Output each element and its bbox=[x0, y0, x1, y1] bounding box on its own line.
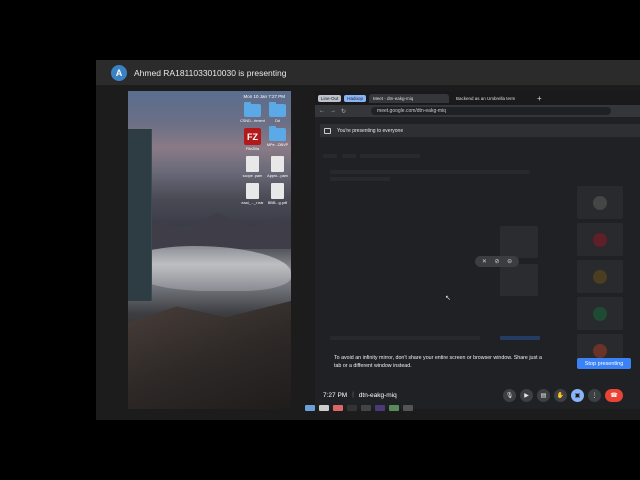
tab-backend[interactable]: Backend as an Umbrella term bbox=[452, 94, 532, 103]
mic-button[interactable]: 🎙 bbox=[503, 389, 516, 402]
mirror-bar bbox=[323, 154, 337, 158]
participant-tile[interactable] bbox=[577, 186, 623, 219]
folder-icon bbox=[244, 102, 261, 117]
wallpaper-rocks bbox=[128, 301, 291, 409]
dock-app-icon[interactable] bbox=[389, 405, 399, 411]
avatar bbox=[593, 269, 607, 284]
mirror-bar bbox=[360, 154, 420, 158]
desktop-icon-label: MPe...DBVP bbox=[266, 143, 289, 147]
present-button[interactable]: ▣ bbox=[571, 389, 584, 402]
desktop-icon[interactable]: MPe...DBVP bbox=[265, 126, 290, 151]
mirror-bar bbox=[342, 154, 356, 158]
menubar-time: Mon 10 Jan 7:27 PM bbox=[243, 93, 285, 99]
participant-tile[interactable] bbox=[577, 260, 623, 293]
captions-button[interactable]: ▤ bbox=[537, 389, 550, 402]
bookmark-pill[interactable]: Hadoop bbox=[344, 94, 367, 102]
avatar bbox=[593, 306, 607, 321]
meet-bottom-bar: 7:27 PM | dtn-eakg-miq 🎙 ▶ ▤ ✋ ▣ ⋮ ☎ bbox=[315, 386, 640, 404]
meet-window: A Ahmed RA1811033010030 is presenting Mo… bbox=[0, 0, 640, 480]
forward-icon[interactable]: → bbox=[330, 108, 336, 114]
shared-desktop: Mon 10 Jan 7:27 PM CSND...rtment Dd FZ F… bbox=[128, 91, 291, 409]
mirror-bar bbox=[330, 336, 480, 340]
desktop-side-panel bbox=[128, 129, 152, 301]
mic-off-icon[interactable]: ✕ bbox=[482, 258, 487, 265]
mac-menubar: Mon 10 Jan 7:27 PM bbox=[128, 91, 291, 101]
dock-app-icon[interactable] bbox=[347, 405, 357, 411]
desktop-icon-grid: CSND...rtment Dd FZ FileZilla MPe...DBVP… bbox=[240, 102, 290, 205]
tab-meet[interactable]: Meet - dtn-eakg-miq bbox=[369, 93, 450, 103]
raise-hand-button[interactable]: ✋ bbox=[554, 389, 567, 402]
stop-presenting-button[interactable]: Stop presenting bbox=[577, 358, 631, 369]
desktop-icon[interactable]: scope .pam bbox=[240, 156, 265, 178]
mac-dock bbox=[305, 403, 460, 411]
avatar bbox=[593, 195, 607, 210]
wallpaper-clouds bbox=[128, 246, 291, 291]
desktop-icon-label: eaai_..._r.ear bbox=[241, 201, 264, 205]
document-icon bbox=[246, 156, 259, 172]
mirror-tile bbox=[500, 226, 538, 258]
floating-controls: ✕ ⊘ ⊖ bbox=[475, 256, 519, 267]
meeting-time: 7:27 PM bbox=[323, 391, 348, 399]
desktop-icon[interactable]: Dd bbox=[265, 102, 290, 123]
filezilla-icon: FZ bbox=[244, 128, 261, 145]
dock-app-icon[interactable] bbox=[361, 405, 371, 411]
desktop-icon-label: Appro...pam bbox=[267, 174, 288, 178]
mouse-cursor-icon: ↖ bbox=[445, 295, 451, 302]
bookmark-pill[interactable]: Line-Out bbox=[318, 94, 342, 102]
call-controls: 🎙 ▶ ▤ ✋ ▣ ⋮ ☎ bbox=[503, 389, 623, 402]
document-icon bbox=[271, 183, 284, 199]
more-options-button[interactable]: ⋮ bbox=[588, 389, 601, 402]
desktop-icon-label: CSND...rtment bbox=[240, 119, 265, 123]
leave-call-button[interactable]: ☎ bbox=[605, 389, 623, 402]
dock-app-icon[interactable] bbox=[305, 405, 315, 411]
more-icon[interactable]: ⊖ bbox=[507, 258, 512, 265]
desktop-icon-label: BBB...g.pdf bbox=[267, 201, 288, 205]
desktop-icon[interactable]: BBB...g.pdf bbox=[265, 183, 290, 205]
reload-icon[interactable]: ↻ bbox=[341, 108, 346, 115]
desktop-icon[interactable]: eaai_..._r.ear bbox=[240, 183, 265, 205]
participant-tile[interactable] bbox=[577, 223, 623, 256]
desktop-icon[interactable]: Appro...pam bbox=[265, 156, 290, 178]
document-icon bbox=[271, 156, 284, 172]
url-field[interactable]: meet.google.com/dtn-eakg-miq bbox=[371, 107, 612, 115]
desktop-icon-label: Dd bbox=[275, 119, 280, 123]
participant-tiles bbox=[577, 186, 635, 371]
participant-tile[interactable] bbox=[577, 297, 623, 330]
infinity-mirror-warning: To avoid an infinity mirror, don't share… bbox=[334, 355, 542, 369]
shared-browser-window: Line-Out Hadoop Meet - dtn-eakg-miq Back… bbox=[315, 91, 640, 409]
presenter-label: Ahmed RA1811033010030 is presenting bbox=[134, 67, 287, 78]
new-tab-button[interactable]: + bbox=[537, 94, 542, 103]
meeting-code: dtn-eakg-miq bbox=[358, 391, 397, 399]
infinity-mirror-preview bbox=[320, 146, 620, 361]
desktop-icon[interactable]: CSND...rtment bbox=[240, 102, 265, 123]
back-icon[interactable]: ← bbox=[319, 108, 325, 114]
dock-app-icon[interactable] bbox=[333, 405, 343, 411]
browser-tab-bar: Line-Out Hadoop Meet - dtn-eakg-miq Back… bbox=[315, 91, 640, 105]
mirror-tile bbox=[500, 264, 538, 296]
mirror-bar bbox=[330, 177, 390, 181]
mirror-bar bbox=[330, 170, 530, 174]
document-icon bbox=[246, 183, 259, 199]
presenting-strip: You're presenting to everyone bbox=[320, 124, 640, 137]
desktop-icon-label: scope .pam bbox=[242, 174, 263, 178]
avatar bbox=[593, 232, 607, 247]
desktop-icon-label: FileZilla bbox=[245, 147, 260, 151]
folder-icon bbox=[269, 126, 286, 141]
present-screen-icon bbox=[324, 127, 331, 134]
dock-app-icon[interactable] bbox=[319, 405, 329, 411]
divider: | bbox=[352, 392, 354, 398]
desktop-icon[interactable]: FZ FileZilla bbox=[240, 128, 265, 151]
dock-app-icon[interactable] bbox=[403, 405, 413, 411]
presenter-avatar: A bbox=[111, 64, 127, 81]
mirror-bar bbox=[500, 336, 540, 340]
presenting-strip-text: You're presenting to everyone bbox=[337, 127, 404, 134]
address-bar: ← → ↻ meet.google.com/dtn-eakg-miq bbox=[315, 105, 640, 117]
dock-app-icon[interactable] bbox=[375, 405, 385, 411]
avatar bbox=[593, 343, 607, 358]
camera-off-icon[interactable]: ⊘ bbox=[494, 258, 499, 265]
presenter-banner: A Ahmed RA1811033010030 is presenting bbox=[96, 60, 640, 85]
camera-button[interactable]: ▶ bbox=[520, 389, 533, 402]
wallpaper-mountain bbox=[128, 213, 291, 249]
folder-icon bbox=[269, 102, 286, 117]
